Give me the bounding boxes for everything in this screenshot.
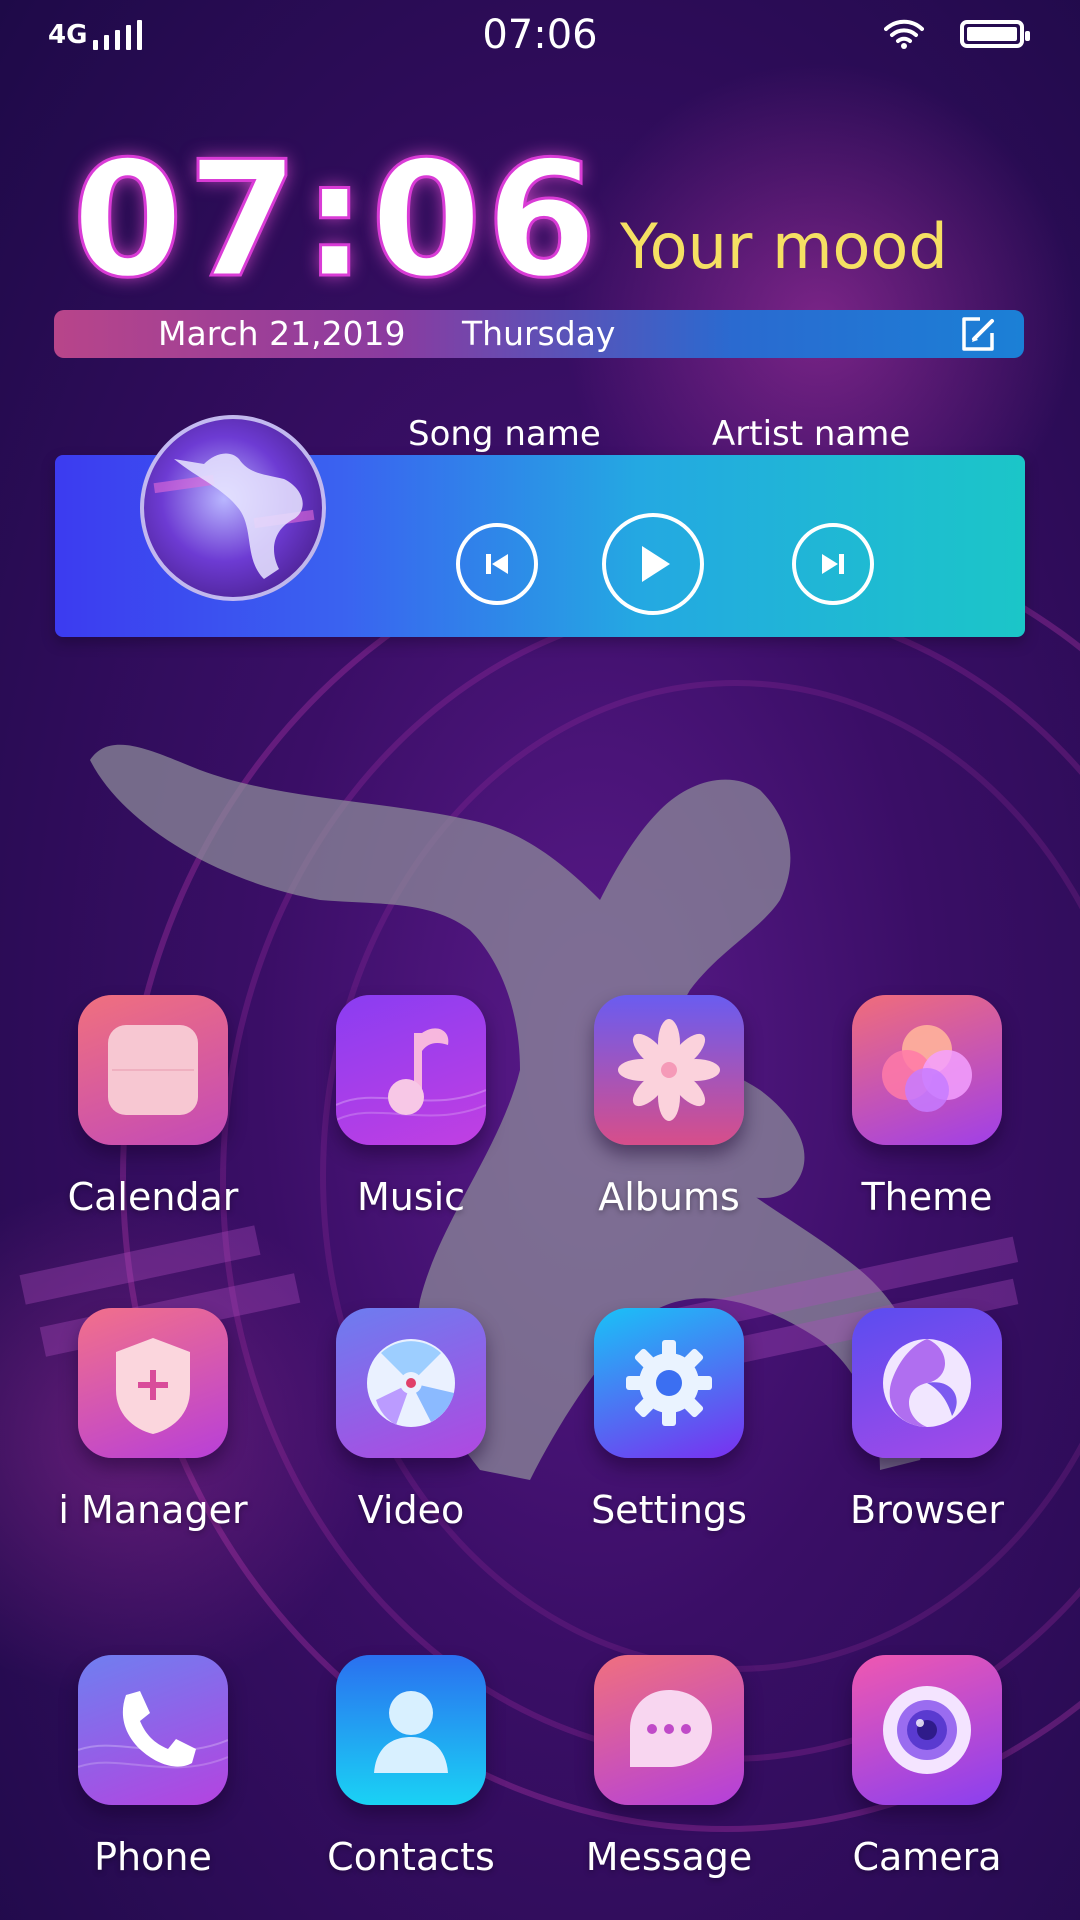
app-label: Albums (598, 1175, 740, 1219)
app-label: Theme (861, 1175, 993, 1219)
wifi-icon (884, 19, 924, 49)
app-label: Phone (94, 1835, 212, 1879)
date-bar[interactable]: March 21,2019 Thursday (54, 310, 1024, 358)
app-settings[interactable]: Settings (559, 1308, 779, 1532)
chat-bubble-icon (594, 1655, 744, 1805)
app-label: Camera (852, 1835, 1002, 1879)
artist-name: Artist name (712, 414, 911, 454)
flower-icon (594, 995, 744, 1145)
edit-icon[interactable] (958, 314, 998, 354)
album-art[interactable] (140, 415, 326, 601)
play-icon (642, 546, 670, 582)
previous-icon (486, 554, 508, 574)
camera-lens-icon (852, 1655, 1002, 1805)
app-browser[interactable]: Browser (817, 1308, 1037, 1532)
app-label: Contacts (327, 1835, 495, 1879)
petals-icon (852, 995, 1002, 1145)
next-button[interactable] (792, 523, 874, 605)
app-video[interactable]: Video (301, 1308, 521, 1532)
app-contacts[interactable]: Contacts (301, 1655, 521, 1879)
swirl-icon (852, 1308, 1002, 1458)
status-bar: 4G 07:06 (0, 0, 1080, 72)
app-calendar[interactable]: Calendar (43, 995, 263, 1219)
weekday-text: Thursday (462, 314, 616, 353)
app-albums[interactable]: Albums (559, 995, 779, 1219)
mood-label[interactable]: Your mood (620, 210, 948, 283)
date-text: March 21,2019 (158, 314, 406, 353)
gear-icon (594, 1308, 744, 1458)
app-i-manager[interactable]: i Manager (43, 1308, 263, 1532)
shield-plus-icon (78, 1308, 228, 1458)
calendar-icon (78, 995, 228, 1145)
disc-icon (336, 1308, 486, 1458)
person-icon (336, 1655, 486, 1805)
battery-icon (960, 20, 1030, 48)
song-name: Song name (408, 414, 601, 454)
play-button[interactable] (602, 513, 704, 615)
phone-icon (78, 1655, 228, 1805)
previous-button[interactable] (456, 523, 538, 605)
app-theme[interactable]: Theme (817, 995, 1037, 1219)
app-label: Music (356, 1175, 466, 1219)
app-phone[interactable]: Phone (43, 1655, 263, 1879)
app-message[interactable]: Message (559, 1655, 779, 1879)
app-camera[interactable]: Camera (817, 1655, 1037, 1879)
music-note-icon (336, 995, 486, 1145)
app-label: Calendar (67, 1175, 239, 1219)
next-icon (822, 554, 844, 574)
app-label: Message (585, 1835, 753, 1879)
app-label: Video (357, 1488, 465, 1532)
app-music[interactable]: Music (301, 995, 521, 1219)
clock-widget-time[interactable]: 07:06 (70, 138, 601, 301)
app-label: i Manager (58, 1488, 248, 1532)
app-label: Browser (850, 1488, 1004, 1532)
app-label: Settings (591, 1488, 747, 1532)
